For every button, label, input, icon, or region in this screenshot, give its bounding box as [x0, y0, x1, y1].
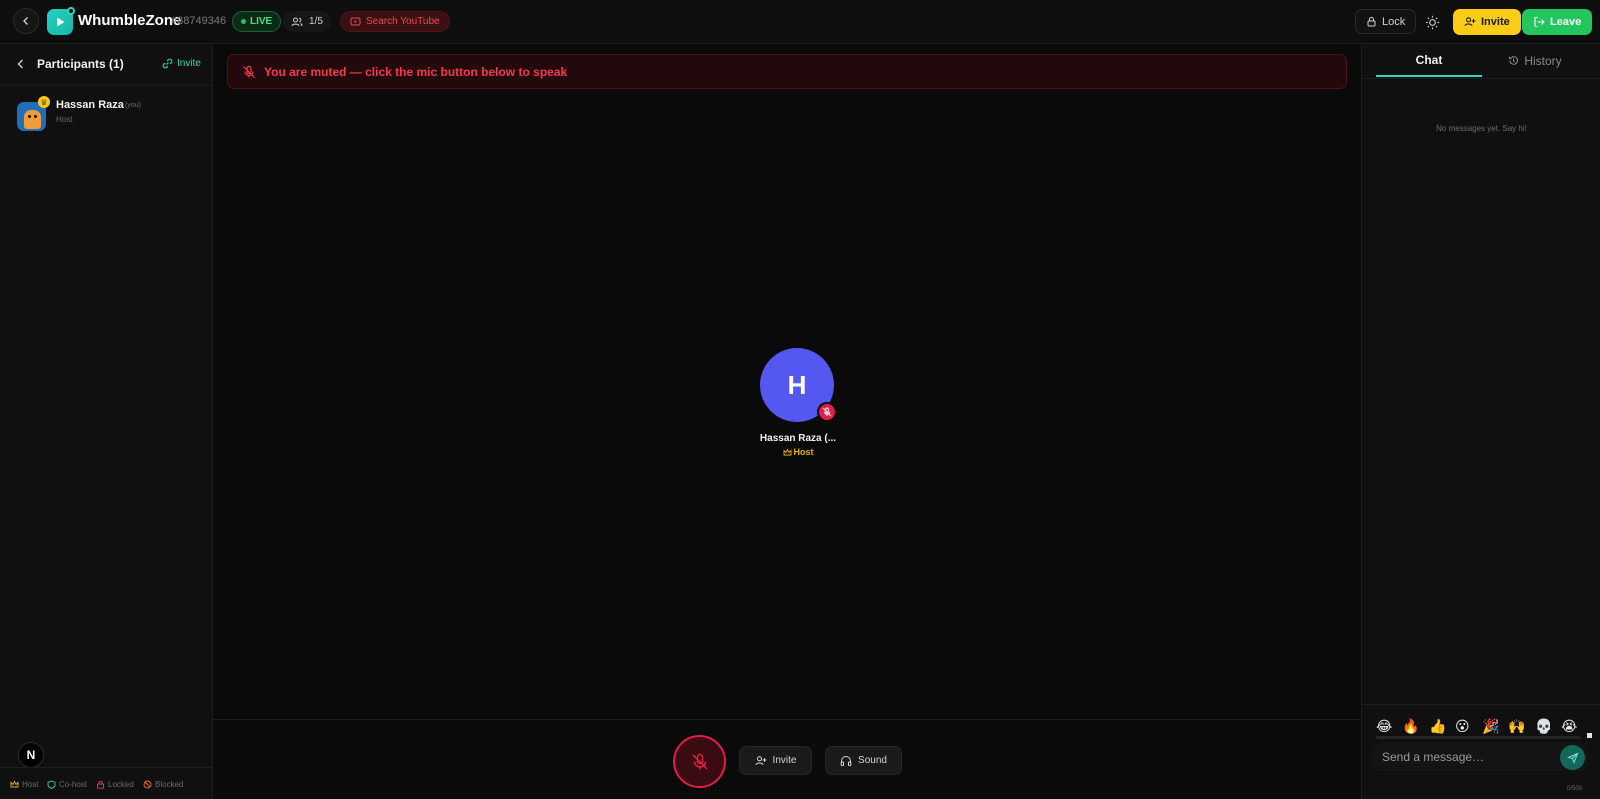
invite-label: Invite — [1481, 16, 1510, 28]
user-plus-icon — [755, 755, 767, 765]
leave-button[interactable]: Leave — [1522, 9, 1593, 35]
participants-header: Participants (1) Invite — [0, 44, 213, 86]
legend-blocked: Blocked — [143, 780, 183, 789]
participants-title: Participants (1) — [37, 57, 124, 71]
participants-panel: Participants (1) Invite ♛ Hassan Raza (y… — [0, 44, 213, 799]
emoji-scrollbar[interactable] — [1376, 736, 1581, 739]
stage: You are muted — click the mic button bel… — [213, 44, 1361, 799]
live-dot-icon — [241, 19, 246, 24]
crown-icon — [783, 447, 791, 455]
legend-cohost: Co-host — [47, 780, 87, 789]
participant-count-badge[interactable]: 1/5 — [283, 11, 331, 32]
top-bar: WhumbleZone #88749346 LIVE 1/5 Search Yo… — [0, 0, 1600, 44]
participant-name: Hassan Raza — [56, 99, 124, 111]
back-button[interactable] — [13, 8, 39, 34]
tab-chat-label: Chat — [1415, 52, 1443, 67]
blocked-icon — [143, 780, 152, 789]
emoji-button[interactable]: 🙌 — [1508, 718, 1525, 734]
lock-icon — [97, 780, 104, 789]
tile-name: Hassan Raza (... — [759, 433, 837, 444]
control-bar: Invite Sound — [213, 719, 1361, 799]
live-label: LIVE — [250, 16, 273, 27]
chat-empty-message: No messages yet. Say hi! — [1436, 124, 1527, 133]
leave-label: Leave — [1550, 16, 1582, 28]
tab-chat[interactable]: Chat — [1376, 44, 1482, 77]
host-crown-icon: ♛ — [38, 96, 50, 108]
history-icon — [1509, 56, 1519, 65]
lock-icon — [1367, 17, 1376, 27]
mic-off-icon — [243, 65, 255, 78]
exit-icon — [1534, 16, 1545, 28]
user-plus-icon — [1464, 17, 1476, 27]
muted-banner: You are muted — click the mic button bel… — [227, 54, 1347, 89]
emoji-button[interactable]: 😂 — [1376, 718, 1392, 734]
send-button[interactable] — [1560, 745, 1585, 770]
link-icon — [162, 58, 173, 69]
char-count: 0/500 — [1567, 786, 1583, 792]
emoji-button[interactable]: 👍 — [1429, 718, 1446, 734]
lock-label: Lock — [1382, 15, 1406, 28]
theme-toggle-button[interactable] — [1420, 10, 1444, 34]
message-input[interactable] — [1372, 743, 1588, 771]
app-title: WhumbleZone — [78, 12, 182, 29]
tile-muted-indicator — [817, 402, 837, 422]
app-logo — [47, 7, 75, 35]
emoji-button[interactable]: 💀 — [1535, 718, 1552, 734]
shield-icon — [47, 780, 56, 789]
chat-panel: Chat History No messages yet. Say hi! 😂 … — [1361, 44, 1600, 799]
emoji-button[interactable]: 🔥 — [1402, 718, 1419, 734]
emoji-button[interactable]: 😮 — [1455, 718, 1470, 734]
youtube-icon — [350, 17, 361, 26]
participant-tile[interactable]: H Hassan Raza (... Host — [743, 348, 853, 468]
live-badge: LIVE — [232, 11, 282, 32]
control-invite-label: Invite — [772, 755, 797, 766]
chevron-left-icon — [23, 17, 28, 25]
chat-composer: 😂 🔥 👍 😮 🎉 🙌 💀 😭 0/500 — [1362, 704, 1600, 799]
tab-history[interactable]: History — [1482, 44, 1588, 77]
emoji-scroll-handle[interactable] — [1587, 733, 1592, 738]
tab-history-label: History — [1524, 53, 1562, 68]
tabs-divider — [1362, 78, 1600, 79]
search-youtube-label: Search YouTube — [366, 16, 440, 27]
play-icon — [57, 17, 65, 27]
participants-invite-label: Invite — [177, 58, 201, 69]
participants-invite-link[interactable]: Invite — [162, 58, 201, 69]
emoji-button[interactable]: 🎉 — [1482, 718, 1499, 734]
sun-icon — [1425, 15, 1439, 29]
sound-label: Sound — [858, 755, 887, 766]
role-legend: Host Co-host Locked Blocked — [0, 767, 213, 799]
crown-icon — [10, 780, 19, 788]
n-badge[interactable]: N — [18, 742, 44, 768]
users-icon — [291, 17, 303, 26]
mic-toggle-button[interactable] — [673, 735, 726, 788]
room-id: #88749346 — [171, 15, 227, 27]
mic-off-icon — [691, 753, 708, 770]
participant-count: 1/5 — [309, 16, 323, 27]
emoji-button[interactable]: 😭 — [1561, 718, 1577, 734]
sound-button[interactable]: Sound — [825, 746, 902, 775]
search-youtube-button[interactable]: Search YouTube — [340, 11, 450, 32]
headphones-icon — [840, 755, 852, 766]
control-invite-button[interactable]: Invite — [739, 746, 812, 775]
lock-button[interactable]: Lock — [1355, 9, 1417, 34]
legend-host: Host — [10, 780, 38, 789]
mic-off-icon — [822, 407, 832, 417]
participant-role: Host — [56, 115, 73, 124]
invite-button[interactable]: Invite — [1453, 9, 1521, 35]
participant-you-tag: (you) — [125, 102, 141, 109]
legend-locked: Locked — [96, 780, 134, 789]
muted-banner-text: You are muted — click the mic button bel… — [264, 64, 568, 79]
collapse-panel-icon[interactable] — [14, 57, 28, 71]
tile-role: Host — [743, 447, 853, 457]
send-icon — [1566, 752, 1578, 764]
participant-item[interactable]: ♛ Hassan Raza (you) Host — [16, 96, 206, 135]
